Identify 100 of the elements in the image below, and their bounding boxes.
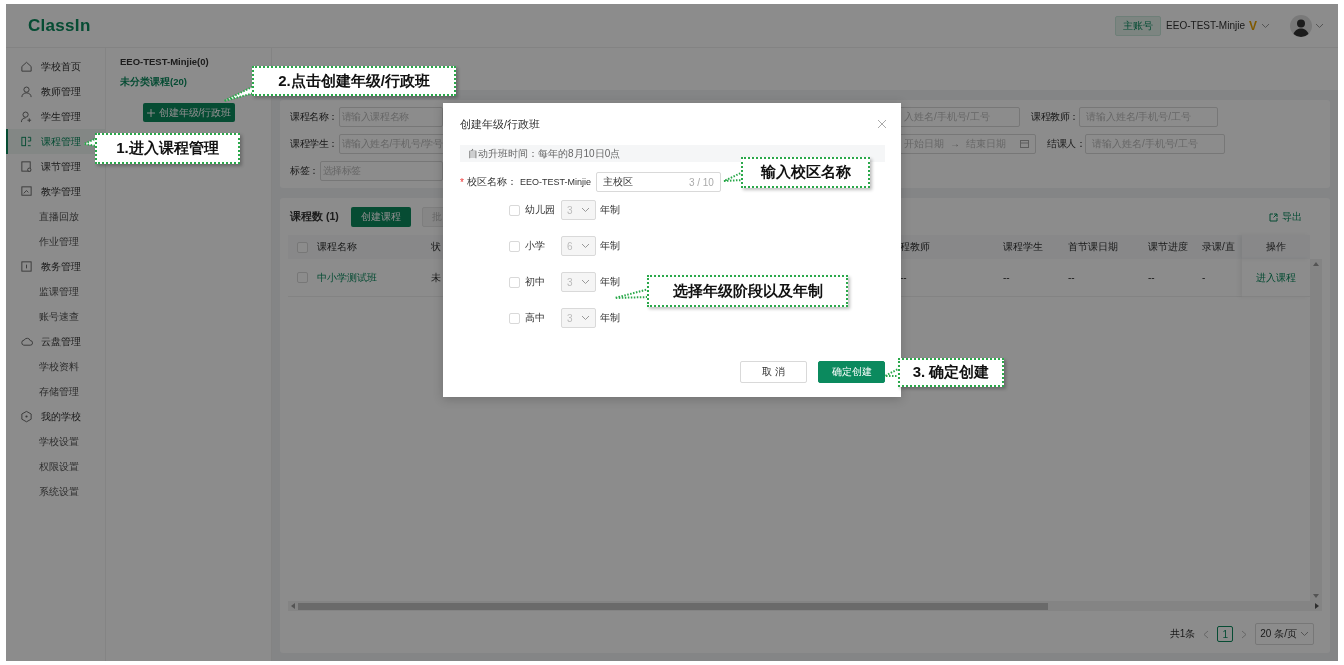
sidebar-item[interactable]: 教务管理 [6,254,105,279]
column-header: 录课/直 [1197,235,1242,259]
callout: 选择年级阶段以及年制 [647,275,848,307]
vip-mark: V [1249,18,1257,33]
confirm-button[interactable]: 确定创建 [818,361,885,383]
range-arrow: → [950,138,960,149]
stage-label: 初中 [525,275,546,289]
unit-label: 年制 [600,239,620,253]
callout: 2.点击创建年级/行政班 [252,66,456,96]
sidebar-item[interactable]: 存储管理 [6,379,105,404]
chevron-icon [1300,631,1309,637]
course-name-link[interactable]: 中小学测试班 [312,259,430,297]
columns-icon [20,135,33,148]
field-value: 主校区 [602,175,633,189]
sidebar-label: 课程管理 [41,134,81,149]
sidebar-item[interactable]: 权限设置 [6,454,105,479]
avatar-icon[interactable] [1290,14,1312,37]
person-icon [20,85,33,98]
callout: 输入校区名称 [741,157,870,188]
sidebar-item[interactable]: 云盘管理 [6,329,105,354]
chevron-icon [581,315,590,321]
chevron-icon [581,279,590,285]
home-icon [20,60,33,73]
unit-label: 年制 [600,203,620,217]
sidebar-item[interactable]: 学校设置 [6,429,105,454]
sidebar-label: 课节管理 [41,159,81,174]
course-count: 课程数 (1) [290,210,339,224]
stage-label: 小学 [525,239,546,253]
close-icon[interactable] [878,120,886,128]
square-icon [20,260,33,273]
sidebar-item[interactable]: 账号速查 [6,304,105,329]
dialog-title: 创建年级/行政班 [460,116,541,132]
table-cell: -- [1063,259,1143,297]
checkbox[interactable] [509,204,520,216]
document-icon [20,160,33,173]
sidebar-label: 教务管理 [41,259,81,274]
column-header: 操作 [1242,235,1310,259]
filter-label: 结课人： [1047,136,1085,151]
sidebar-item[interactable]: 我的学校 [6,404,105,429]
chevron-icon [581,207,590,213]
cloud-icon [20,335,33,348]
column-header: 课节进度 [1143,235,1197,259]
sidebar-item[interactable]: 直播回放 [6,204,105,229]
sidebar-label: 学校首页 [41,59,81,74]
unit-label: 年制 [600,275,620,289]
filter-label: 课程教师： [1031,109,1079,124]
org-title: EEO-TEST-Minjie(0) [120,56,210,67]
next-page-icon[interactable] [1241,629,1248,639]
account-name[interactable]: EEO-TEST-Minjie [1166,20,1245,31]
column-header: 课程名称 [312,235,430,259]
checkbox[interactable] [509,240,520,252]
chevron-icon [1261,22,1270,29]
export-icon [1269,212,1278,222]
person-icon [20,110,33,123]
horizontal-scrollbar[interactable] [288,601,1322,611]
column-header: 课程学生 [998,235,1063,259]
create-class-button[interactable]: 创建年级/行政班 [143,103,235,122]
stage-label: 高中 [525,311,546,325]
page-number[interactable]: 1 [1217,626,1234,642]
chevron-icon [1315,22,1324,29]
previous-page-icon[interactable] [1203,629,1210,639]
campus-name-field[interactable]: 主校区 3 / 10 [595,172,721,192]
callout: 3. 确定创建 [898,358,1004,387]
column-header: 状 [430,235,443,259]
sidebar-label: 学生管理 [41,109,81,124]
create-course-button[interactable]: 创建课程 [350,207,411,227]
filter-label: 课程学生： [290,136,338,151]
stage-label: 幼儿园 [525,203,556,217]
unit-label: 年制 [600,311,620,325]
sidebar-item[interactable]: 监课管理 [6,279,105,304]
checkbox[interactable] [509,312,520,324]
sidebar-item[interactable]: 教学管理 [6,179,105,204]
cancel-button[interactable]: 取 消 [740,361,807,383]
page-size-select[interactable]: 20 条/页 [1255,623,1314,645]
export-link[interactable]: 导出 [1269,210,1302,224]
up-arrow-icon [1313,262,1319,266]
sidebar-item[interactable]: 作业管理 [6,229,105,254]
sidebar-label: 云盘管理 [41,334,81,349]
filter-label: 标签： [290,163,319,178]
account-badge: 主账号 [1115,15,1162,36]
table-cell: -- [1143,259,1197,297]
sidebar-item[interactable]: 教师管理 [6,79,105,104]
sidebar-item[interactable]: 学生管理 [6,104,105,129]
school-name: EEO-TEST-Minjie [519,177,591,187]
sidebar-item[interactable]: 学校资料 [6,354,105,379]
calendar-icon [1020,139,1029,148]
sidebar-label: 我的学校 [41,409,81,424]
board-icon [20,185,33,198]
checkbox[interactable] [509,276,520,288]
callout: 1.进入课程管理 [95,133,240,164]
column-header: 首节课日期 [1063,235,1143,259]
field-label: 校区名称： [466,175,517,189]
character-counter: 3 / 10 [688,176,714,188]
filter-label: 课程名称： [290,109,338,124]
sidebar-label: 教学管理 [41,184,81,199]
total-count: 共1条 [1169,627,1196,641]
table-cell: -- [998,259,1063,297]
vertical-scrollbar[interactable] [1310,259,1322,601]
sidebar-item[interactable]: 学校首页 [6,54,105,79]
sidebar-item[interactable]: 系统设置 [6,479,105,504]
